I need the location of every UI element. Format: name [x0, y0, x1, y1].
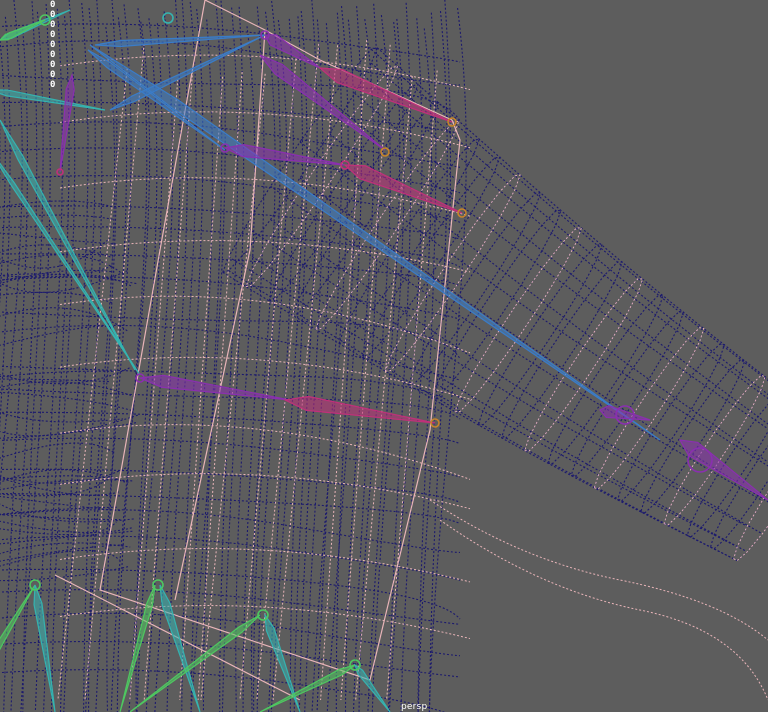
mesh-edge: [547, 294, 664, 465]
mesh-edge: [329, 99, 768, 430]
mesh-edge: [570, 310, 685, 477]
skeleton-joints[interactable]: [29, 12, 713, 671]
hud-value: 0: [50, 50, 56, 60]
wireframe-scene[interactable]: [0, 0, 768, 712]
mesh-edge: [376, 47, 768, 380]
mesh-edge: [235, 26, 256, 712]
mesh-edge: [0, 565, 130, 582]
joint-head[interactable]: [162, 12, 174, 24]
mesh-edge: [0, 214, 113, 220]
camera-name-label: persp: [401, 702, 428, 712]
mesh-edge: [663, 374, 766, 526]
mesh-edge: [0, 232, 116, 245]
bone-wrist[interactable]: [599, 404, 651, 421]
mesh-edge: [0, 23, 461, 63]
mesh-edge: [0, 391, 134, 412]
bone-rib[interactable]: [59, 72, 75, 173]
mesh-edge: [0, 0, 23, 491]
bone-shape: [599, 404, 651, 421]
mesh-edge: [0, 40, 461, 86]
mesh-edge: [0, 269, 115, 285]
mesh-edge: [354, 67, 768, 400]
mesh-edge: [429, 0, 452, 712]
hud-readout: 0 0 0 0 0 0 0 0 0: [50, 0, 55, 90]
mesh-edge: [0, 311, 461, 360]
hud-value: 0: [50, 0, 56, 10]
mesh-edge: [256, 43, 320, 701]
hud-value: 0: [50, 20, 56, 30]
hud-value: 0: [50, 40, 56, 50]
bone-shape: [94, 34, 266, 48]
mesh-edge: [524, 278, 644, 452]
mesh-edge: [352, 3, 380, 712]
bone-shape: [0, 89, 106, 111]
bone-neck[interactable]: [0, 89, 106, 111]
mesh-edge: [0, 200, 111, 208]
bone-hip[interactable]: [0, 584, 36, 660]
mesh-edge: [228, 270, 738, 562]
selected-mesh-outline: [54, 0, 461, 701]
mesh-edge: [0, 237, 111, 269]
mesh-edge: [0, 269, 129, 293]
mesh-edge: [439, 519, 768, 701]
hud-value: 0: [50, 60, 56, 70]
skeleton-bones[interactable]: [0, 9, 768, 712]
mesh-edge: [429, 499, 768, 641]
mesh-edge: [663, 374, 766, 526]
bone-shape: [137, 374, 291, 401]
mesh-edge: [0, 468, 461, 503]
bone-shape: [0, 584, 36, 651]
mesh-edge: [242, 6, 265, 712]
mesh-edge: [387, 2, 412, 712]
3d-viewport[interactable]: 0 0 0 0 0 0 0 0 0 persp: [0, 0, 768, 712]
hud-value: 0: [50, 30, 56, 40]
bone-forearm-mid[interactable]: [282, 395, 436, 424]
mesh-edge: [0, 205, 461, 240]
mesh-edge: [524, 278, 644, 452]
bone-shape: [59, 72, 75, 173]
mesh-edge: [59, 473, 471, 510]
mesh-edge: [431, 209, 562, 399]
bone-shape: [282, 395, 436, 424]
mesh-edge: [0, 437, 461, 478]
mesh-edge: [315, 120, 460, 330]
mesh-edge: [0, 469, 126, 484]
mesh-edge: [59, 548, 471, 583]
mesh-edge: [250, 11, 276, 712]
bone-leg[interactable]: [259, 664, 356, 712]
hud-value: 0: [50, 10, 56, 20]
mesh-edge: [0, 370, 115, 378]
mesh-edge: [0, 514, 121, 521]
mesh-edge: [640, 359, 746, 514]
bone-shape: [259, 664, 356, 712]
mesh-edge: [408, 192, 542, 386]
hud-value: 0: [50, 70, 56, 80]
hud-value: 0: [50, 80, 56, 90]
mesh-edge: [0, 495, 122, 512]
bone-forearm[interactable]: [137, 374, 291, 401]
mesh-edge: [315, 120, 460, 330]
mesh-edge: [59, 356, 471, 400]
mesh-edge: [0, 475, 130, 484]
bone-clavicle[interactable]: [94, 34, 266, 48]
mesh-edge: [0, 413, 140, 437]
mesh-edge: [686, 403, 768, 538]
mesh-edge: [0, 479, 134, 491]
mesh-edge: [88, 27, 116, 712]
